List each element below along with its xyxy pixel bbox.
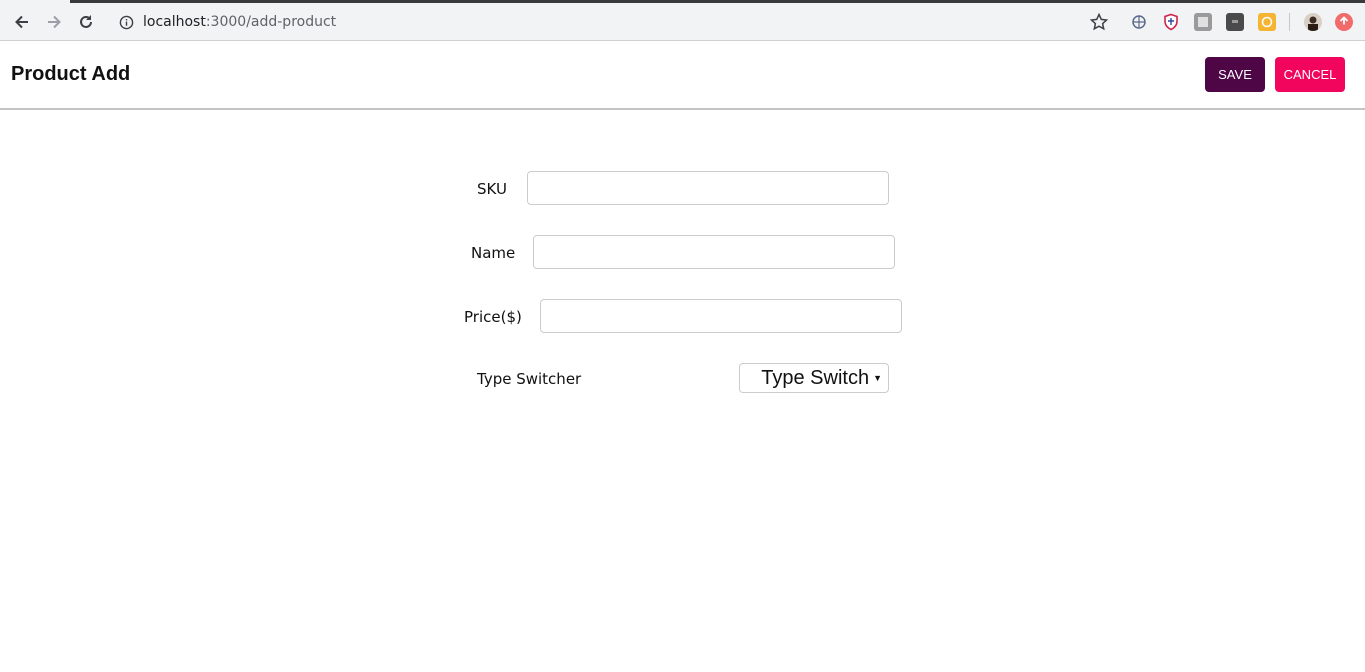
toolbar-separator xyxy=(1289,13,1290,31)
chevron-down-icon: ▼ xyxy=(873,373,882,383)
browser-toolbar: localhost:3000/add-product xyxy=(0,3,1365,41)
name-label: Name xyxy=(471,244,516,262)
sku-label: SKU xyxy=(477,180,507,198)
extension-yellow-icon[interactable] xyxy=(1258,13,1276,31)
address-bar[interactable]: localhost:3000/add-product xyxy=(110,5,1120,39)
avatar[interactable] xyxy=(1304,13,1322,31)
extension-profile-icon[interactable] xyxy=(1194,13,1212,31)
type-switcher-label: Type Switcher xyxy=(477,370,582,388)
cancel-button[interactable]: CANCEL xyxy=(1275,57,1345,92)
type-switcher-select[interactable]: Type Switch ▼ xyxy=(739,363,889,393)
page-title: Product Add xyxy=(11,63,131,85)
extension-dark-icon[interactable] xyxy=(1226,13,1244,31)
price-input[interactable] xyxy=(540,299,902,333)
type-switcher-value: Type Switch xyxy=(761,366,870,389)
star-icon[interactable] xyxy=(1089,12,1109,32)
info-icon[interactable] xyxy=(118,14,134,30)
save-button[interactable]: SAVE xyxy=(1205,57,1265,92)
reload-button[interactable] xyxy=(74,10,98,34)
price-label: Price($) xyxy=(464,308,522,326)
name-input[interactable] xyxy=(533,235,895,269)
extension-shield-icon[interactable] xyxy=(1162,13,1180,31)
reload-icon xyxy=(80,15,92,28)
url-path: :3000/add-product xyxy=(205,14,337,30)
url-host: localhost xyxy=(143,14,206,30)
back-button[interactable] xyxy=(10,10,34,34)
sku-input[interactable] xyxy=(527,171,889,205)
arrow-left-icon xyxy=(15,15,28,29)
forward-button[interactable] xyxy=(42,10,66,34)
app-header: Product Add SAVE CANCEL xyxy=(0,41,1365,110)
arrow-right-icon xyxy=(48,15,61,29)
extension-network-icon[interactable] xyxy=(1130,13,1148,31)
url-text: localhost:3000/add-product xyxy=(143,14,336,30)
update-icon[interactable] xyxy=(1335,13,1353,31)
